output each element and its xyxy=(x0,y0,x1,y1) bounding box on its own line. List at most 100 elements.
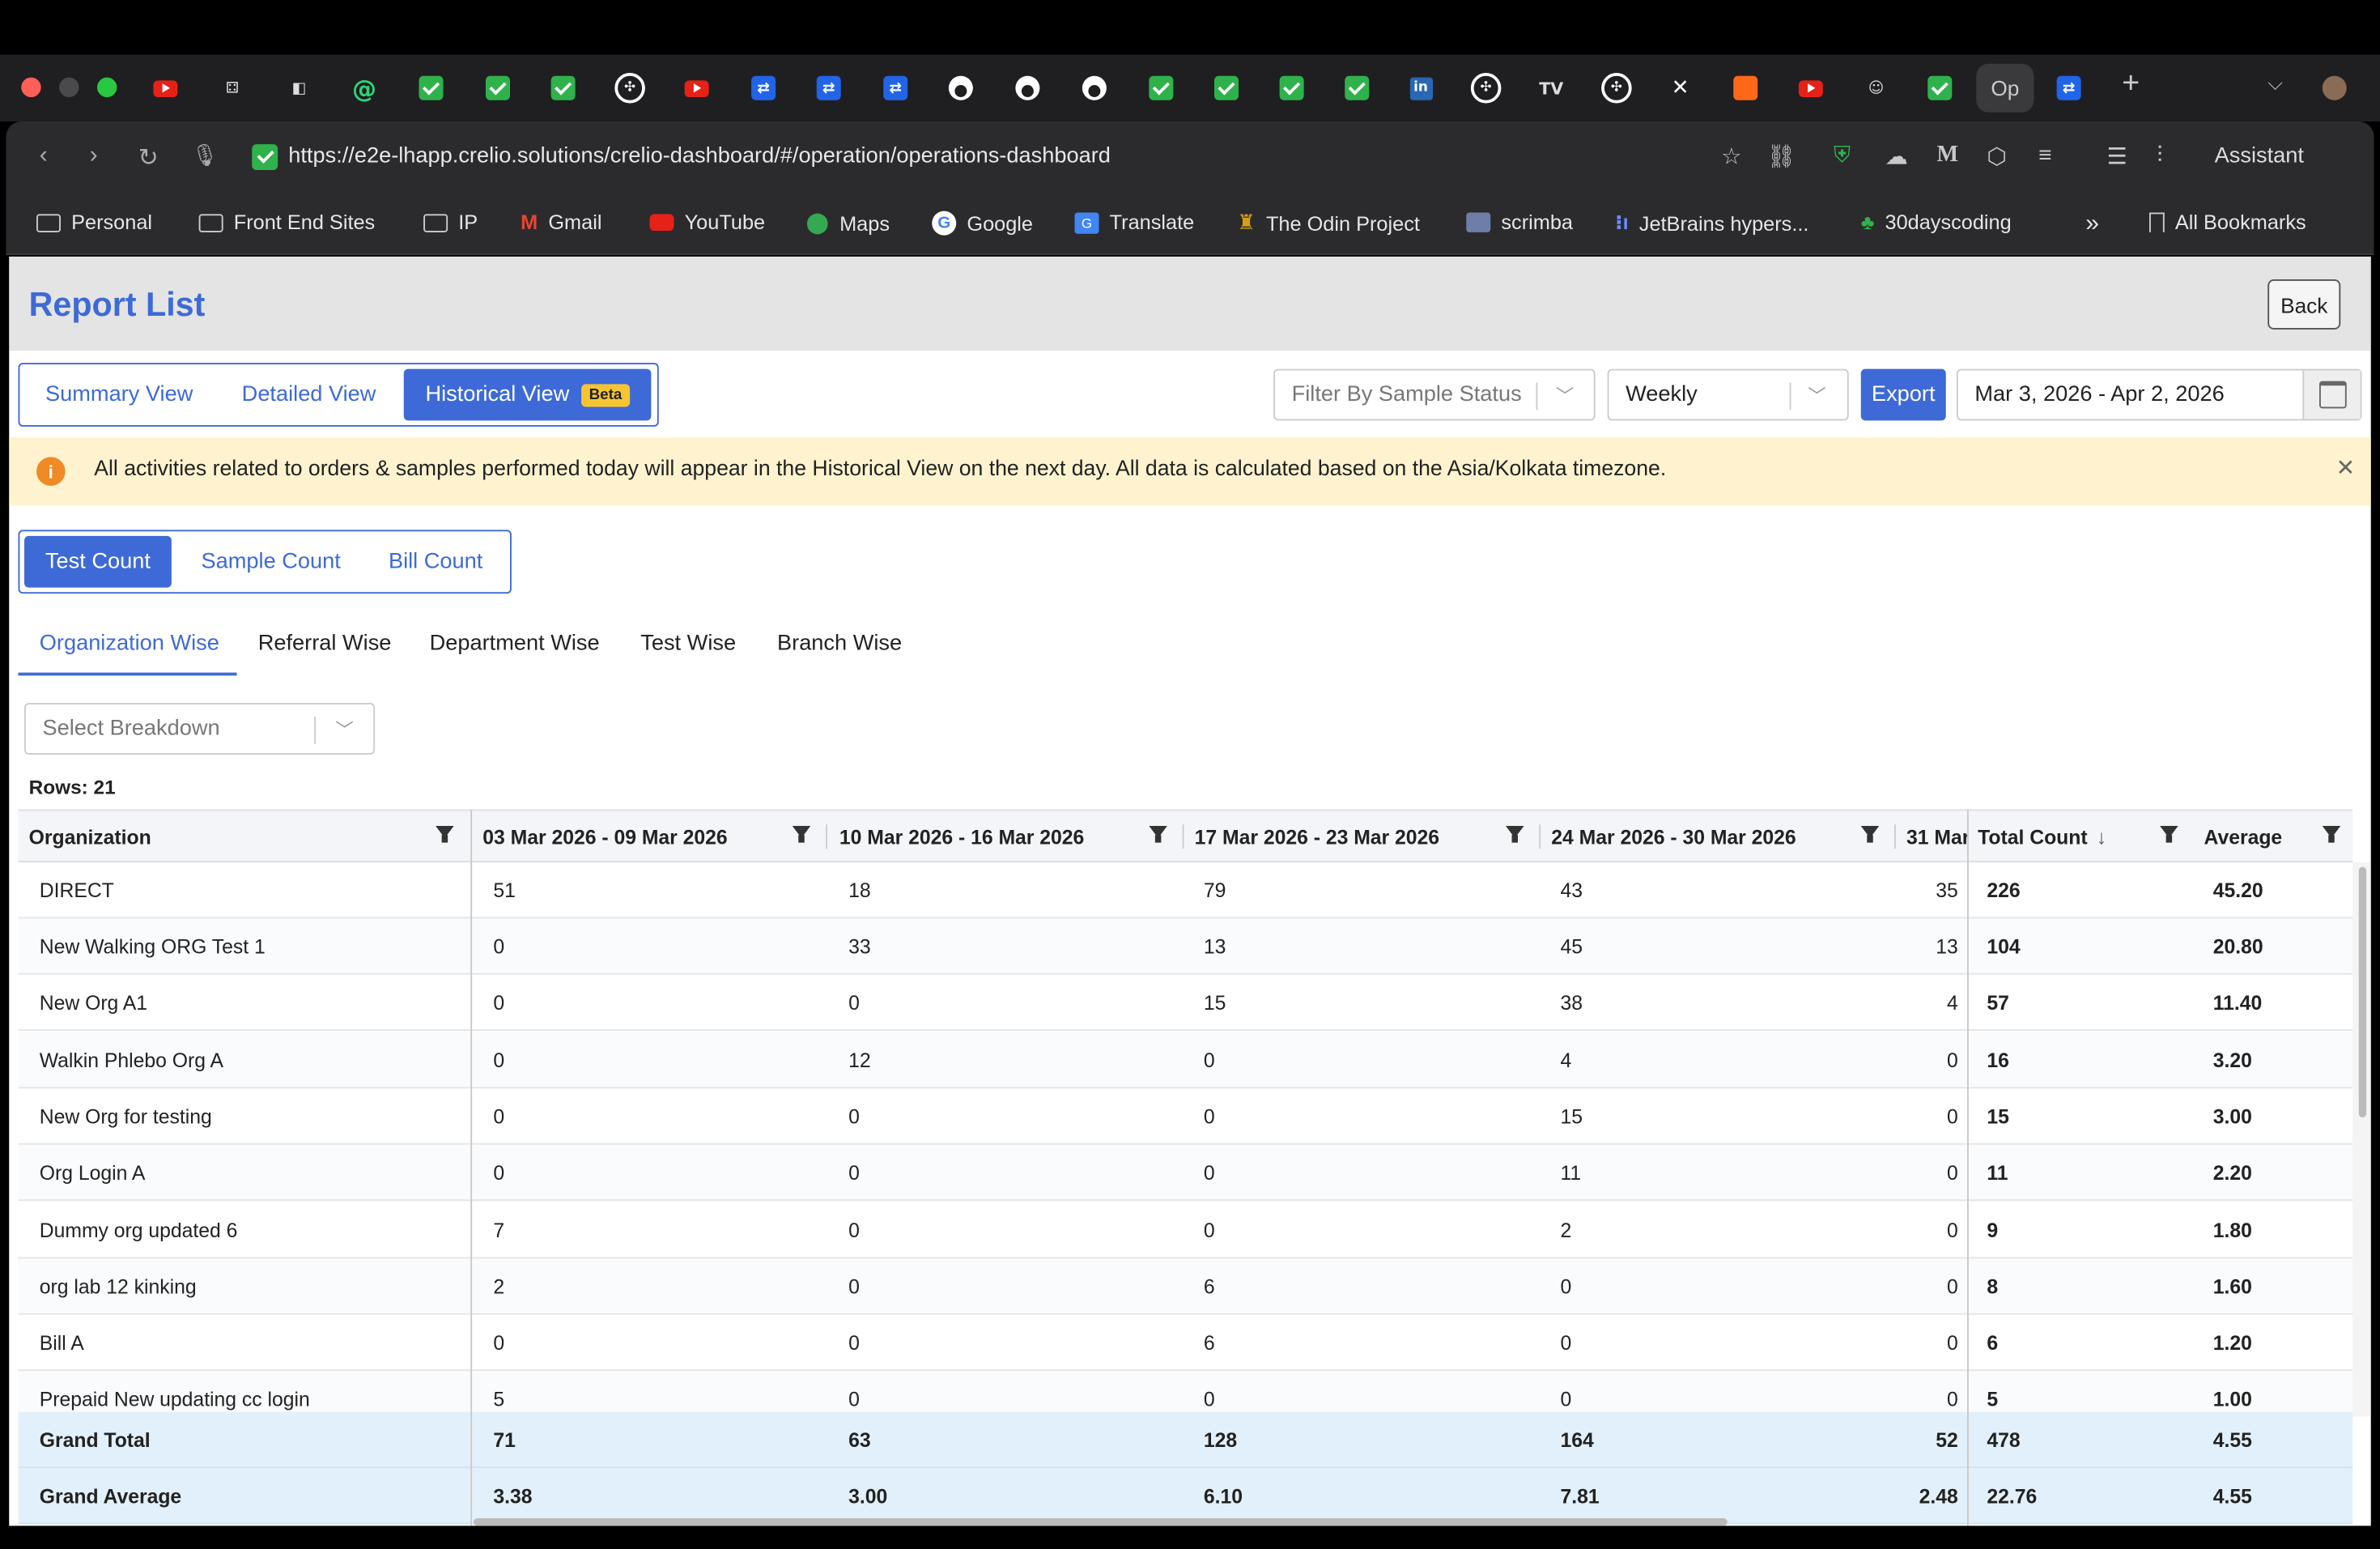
filter-icon[interactable] xyxy=(1860,826,1880,843)
all-bookmarks-button[interactable]: All Bookmarks xyxy=(2149,211,2306,234)
tab-branch-wise[interactable]: Branch Wise xyxy=(777,632,902,656)
reload-icon[interactable]: ↻ xyxy=(138,143,159,173)
chatgpt-tab-icon[interactable] xyxy=(614,71,647,104)
date-range-input[interactable]: Mar 3, 2026 - Apr 2, 2026 xyxy=(1956,368,2362,421)
back-button[interactable]: Back xyxy=(2267,279,2341,330)
active-tab[interactable]: Op xyxy=(1976,63,2034,113)
column-header-week-5[interactable]: 31 Mar xyxy=(1906,811,1967,862)
tab-department-wise[interactable]: Department Wise xyxy=(430,632,600,656)
export-button[interactable]: Export xyxy=(1860,368,1946,421)
microphone-icon[interactable]: 🎙 xyxy=(191,143,218,168)
table-row[interactable]: New Walking ORG Test 1 0 33 13 45 13 104 20.80 xyxy=(18,918,2353,975)
jira-tab-icon[interactable] xyxy=(2052,71,2085,104)
bookmark-front-end-sites[interactable]: Front End Sites xyxy=(198,211,375,234)
filter-icon[interactable] xyxy=(2160,826,2178,843)
more-bookmarks-button[interactable]: » xyxy=(2085,211,2099,239)
bookmark-jetbrains[interactable]: ⁝ı JetBrains hypers... xyxy=(1615,211,1808,236)
filter-icon[interactable] xyxy=(1506,826,1524,843)
extensions-icon[interactable]: ⬡ xyxy=(1987,143,2007,170)
tab-referral-wise[interactable]: Referral Wise xyxy=(258,632,392,656)
sidebar-menu-icon[interactable]: ☰ xyxy=(2107,143,2127,170)
minimize-window-button[interactable] xyxy=(59,77,79,97)
check-tab-icon[interactable] xyxy=(481,71,515,105)
horizontal-scrollbar-thumb[interactable] xyxy=(474,1518,1728,1526)
filter-icon[interactable] xyxy=(792,826,811,843)
tab-icon[interactable]: ⚃ xyxy=(215,71,249,105)
x-tab-icon[interactable] xyxy=(1664,71,1697,104)
column-separator[interactable] xyxy=(1894,824,1896,849)
close-icon[interactable]: ✕ xyxy=(2336,454,2356,482)
check-tab-icon[interactable] xyxy=(546,71,580,105)
jira-tab-icon[interactable] xyxy=(747,71,780,104)
substack-tab-icon[interactable] xyxy=(1729,71,1762,104)
bookmark-personal[interactable]: Personal xyxy=(36,211,152,234)
bookmark-scrimba[interactable]: scrimba xyxy=(1466,211,1573,234)
tab-bill-count[interactable]: Bill Count xyxy=(375,536,496,588)
column-header-total-count[interactable]: Total Count ↓ xyxy=(1978,811,2106,862)
tab-sample-count[interactable]: Sample Count xyxy=(187,536,355,588)
zoom-window-button[interactable] xyxy=(97,77,117,97)
bookmark-translate[interactable]: G Translate xyxy=(1074,211,1194,234)
new-tab-plus-icon[interactable]: + xyxy=(2122,67,2140,102)
column-separator[interactable] xyxy=(1539,824,1541,849)
sample-status-filter[interactable]: Filter By Sample Status ﹀ xyxy=(1273,368,1596,421)
tab-detailed-view[interactable]: Detailed View xyxy=(222,369,397,421)
tab-summary-view[interactable]: Summary View xyxy=(28,369,211,421)
assistant-button[interactable]: Assistant xyxy=(2215,144,2304,168)
check-tab-icon[interactable] xyxy=(1144,71,1178,105)
filter-icon[interactable] xyxy=(436,826,454,843)
table-row[interactable]: Walkin Phlebo Org A 0 12 0 4 0 16 3.20 xyxy=(18,1032,2353,1089)
avatar-tab-icon[interactable]: ☺ xyxy=(1859,71,1893,105)
tab-historical-view[interactable]: Historical View Beta xyxy=(403,368,652,421)
grid-footer-row[interactable]: Grand Average 3.38 3.00 6.10 7.81 2.48 22.76 4.… xyxy=(18,1468,2353,1525)
link-icon[interactable]: ⛓ xyxy=(1767,143,1796,170)
check-tab-icon[interactable] xyxy=(414,71,448,105)
table-row[interactable]: Org Login A 0 0 0 11 0 11 2.20 xyxy=(18,1144,2353,1202)
tab-test-count[interactable]: Test Count xyxy=(24,535,172,588)
shield-icon[interactable]: ⛨ xyxy=(1834,143,1851,168)
tab-icon[interactable]: TV xyxy=(1534,71,1568,105)
filter-icon[interactable] xyxy=(2322,826,2341,843)
check-tab-icon[interactable] xyxy=(1275,71,1309,105)
bookmark-gmail[interactable]: M Gmail xyxy=(521,211,601,234)
vertical-scrollbar-thumb[interactable] xyxy=(2358,866,2367,1117)
jira-tab-icon[interactable] xyxy=(879,71,912,104)
column-header-week-2[interactable]: 10 Mar 2026 - 16 Mar 2026 xyxy=(839,811,1084,862)
table-row[interactable]: org lab 12 kinking 2 0 6 0 0 8 1.60 xyxy=(18,1258,2353,1315)
github-tab-icon[interactable] xyxy=(1077,71,1111,104)
filter-icon[interactable] xyxy=(1149,826,1167,843)
tab-test-wise[interactable]: Test Wise xyxy=(640,632,736,656)
youtube-tab-icon[interactable] xyxy=(148,71,182,105)
check-tab-icon[interactable] xyxy=(1340,71,1374,105)
jira-tab-icon[interactable] xyxy=(812,71,845,104)
youtube-tab-icon[interactable] xyxy=(1794,71,1828,105)
back-arrow-icon[interactable]: ‹ xyxy=(40,143,48,170)
column-header-week-1[interactable]: 03 Mar 2026 - 09 Mar 2026 xyxy=(482,811,727,862)
column-header-organization[interactable]: Organization xyxy=(29,811,151,862)
column-header-average[interactable]: Average xyxy=(2204,811,2283,862)
tab-icon[interactable]: ◧ xyxy=(282,71,316,105)
linkedin-tab-icon[interactable] xyxy=(1404,71,1437,104)
bookmark-30dayscoding[interactable]: ♣ 30dayscoding xyxy=(1861,211,2012,234)
bookmark-google[interactable]: G Google xyxy=(932,211,1033,236)
bookmark-maps[interactable]: ⬤ Maps xyxy=(806,211,890,236)
audio-icon[interactable]: ⫶ xyxy=(2157,143,2162,168)
cloud-icon[interactable]: ☁ xyxy=(1885,143,1908,170)
column-header-week-4[interactable]: 24 Mar 2026 - 30 Mar 2026 xyxy=(1551,811,1796,862)
table-row[interactable]: Dummy org updated 6 7 0 0 2 0 9 1.80 xyxy=(18,1202,2353,1259)
star-icon[interactable]: ☆ xyxy=(1721,143,1741,170)
forward-arrow-icon[interactable]: › xyxy=(90,143,98,170)
chevron-down-icon[interactable]: ⌵ xyxy=(2267,71,2282,96)
youtube-tab-icon[interactable] xyxy=(680,71,714,105)
chatgpt-tab-icon[interactable] xyxy=(1469,71,1502,104)
breakdown-select[interactable]: Select Breakdown ﹀ xyxy=(24,703,376,755)
bookmark-the-odin-project[interactable]: ♜ The Odin Project xyxy=(1237,211,1420,236)
column-header-week-3[interactable]: 17 Mar 2026 - 23 Mar 2026 xyxy=(1195,811,1439,862)
medium-icon[interactable]: M xyxy=(1937,143,1959,168)
spiral-tab-icon[interactable]: @ xyxy=(347,71,381,105)
table-row[interactable]: DIRECT 51 18 79 43 35 226 45.20 xyxy=(18,862,2353,919)
github-tab-icon[interactable] xyxy=(944,71,977,104)
address-bar[interactable]: https://e2e-lhapp.crelio.solutions/creli… xyxy=(288,144,1111,168)
tab-organization-wise[interactable]: Organization Wise xyxy=(40,632,219,656)
bookmark-ip[interactable]: IP xyxy=(423,211,478,234)
